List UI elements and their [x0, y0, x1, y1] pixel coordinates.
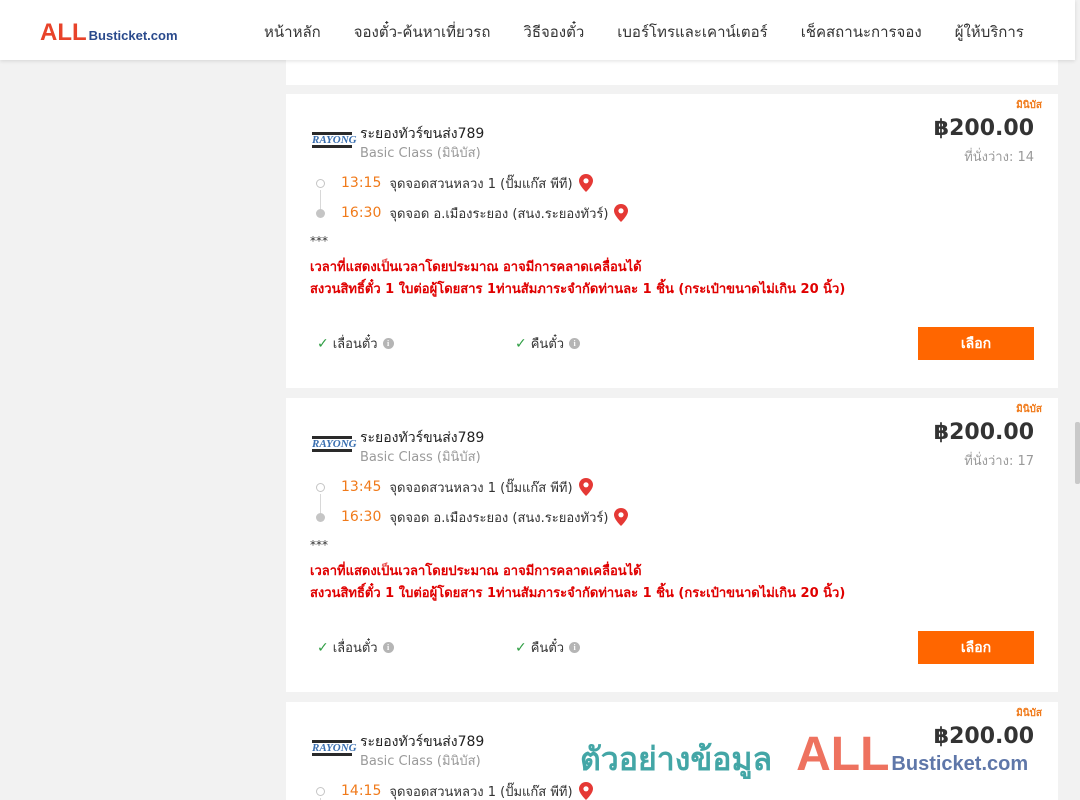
policy-refund-ticket: ✓ คืนตั๋ว i — [515, 333, 581, 354]
site-header: ALL Busticket.com หน้าหลัก จองตั๋ว-ค้นหา… — [0, 0, 1075, 60]
bus-class: Basic Class (มินิบัส) — [360, 146, 481, 161]
departure-place: จุดจอดสวนหลวง 1 (ปั๊มแก๊ส พีที) — [389, 784, 573, 800]
info-icon[interactable]: i — [569, 338, 581, 349]
check-icon: ✓ — [317, 639, 329, 656]
policy-refund-label: คืนตั๋ว — [530, 337, 565, 352]
nav-book-search[interactable]: จองตั๋ว-ค้นหาเที่ยวรถ — [354, 20, 491, 44]
map-pin-icon[interactable] — [578, 478, 593, 496]
vehicle-type-tag: มินิบัส — [1016, 404, 1042, 415]
site-logo[interactable]: ALL Busticket.com — [40, 19, 178, 47]
departure-stop: 13:45 จุดจอดสวนหลวง 1 (ปั๊มแก๊ส พีที) — [316, 477, 593, 497]
notice-luggage: สงวนสิทธิ์ตั๋ว 1 ใบต่อผู้โดยสาร 1ท่านสัม… — [310, 282, 846, 297]
price: ฿200.00 — [933, 116, 1034, 141]
departure-stop: 14:15 จุดจอดสวนหลวง 1 (ปั๊มแก๊ส พีที) — [316, 781, 593, 800]
notice-luggage: สงวนสิทธิ์ตั๋ว 1 ใบต่อผู้โดยสาร 1ท่านสัม… — [310, 586, 846, 601]
bus-class: Basic Class (มินิบัส) — [360, 754, 481, 769]
trip-card: มินิบัส RAYONG ระยองทัวร์ขนส่ง789 Basic … — [286, 398, 1058, 692]
arrival-stop: 16:30 จุดจอด อ.เมืองระยอง (สนง.ระยองทัวร… — [316, 203, 629, 223]
arrival-place: จุดจอด อ.เมืองระยอง (สนง.ระยองทัวร์) — [389, 206, 609, 222]
departure-time: 13:45 — [341, 479, 382, 495]
bus-class: Basic Class (มินิบัส) — [360, 450, 481, 465]
departure-place: จุดจอดสวนหลวง 1 (ปั๊มแก๊ส พีที) — [389, 480, 573, 496]
policy-change-ticket: ✓ เลื่อนตั๋ว i — [317, 637, 394, 658]
departure-place: จุดจอดสวนหลวง 1 (ปั๊มแก๊ส พีที) — [389, 176, 573, 192]
info-icon[interactable]: i — [382, 642, 394, 653]
seats-available: ที่นั่งว่าง: 14 — [964, 150, 1034, 165]
nav-operators[interactable]: ผู้ให้บริการ — [955, 20, 1024, 44]
departure-dot-icon — [316, 786, 325, 796]
policy-refund-label: คืนตั๋ว — [530, 641, 565, 656]
select-trip-button[interactable]: เลือก — [918, 631, 1034, 664]
policy-change-label: เลื่อนตั๋ว — [332, 337, 378, 352]
notice-time: เวลาที่แสดงเป็นเวลาโดยประมาณ อาจมีการคลา… — [310, 564, 642, 579]
arrival-stop: 16:30 จุดจอด อ.เมืองระยอง (สนง.ระยองทัวร… — [316, 507, 629, 527]
notice-stars: *** — [310, 538, 328, 552]
vehicle-type-tag: มินิบัส — [1016, 100, 1042, 111]
main-nav: หน้าหลัก จองตั๋ว-ค้นหาเที่ยวรถ วิธีจองตั… — [264, 20, 1057, 44]
price: ฿200.00 — [933, 724, 1034, 749]
arrival-place: จุดจอด อ.เมืองระยอง (สนง.ระยองทัวร์) — [389, 510, 609, 526]
departure-dot-icon — [316, 482, 325, 492]
arrival-time: 16:30 — [341, 509, 382, 525]
trip-card: มินิบัส RAYONG ระยองทัวร์ขนส่ง789 Basic … — [286, 702, 1058, 800]
info-icon[interactable]: i — [382, 338, 394, 349]
operator-logo: RAYONG — [312, 740, 357, 756]
logo-suffix: Busticket.com — [88, 28, 178, 43]
check-icon: ✓ — [515, 335, 527, 352]
notice-time: เวลาที่แสดงเป็นเวลาโดยประมาณ อาจมีการคลา… — [310, 260, 642, 275]
arrival-time: 16:30 — [341, 205, 382, 221]
trip-card: มินิบัส RAYONG ระยองทัวร์ขนส่ง789 Basic … — [286, 94, 1058, 388]
operator-logo: RAYONG — [312, 436, 357, 452]
trip-card-partial — [286, 56, 1058, 85]
nav-how-to-book[interactable]: วิธีจองตั๋ว — [523, 20, 584, 44]
check-icon: ✓ — [515, 639, 527, 656]
map-pin-icon[interactable] — [578, 782, 593, 800]
info-icon[interactable]: i — [569, 642, 581, 653]
departure-time: 14:15 — [341, 783, 382, 799]
departure-time: 13:15 — [341, 175, 382, 191]
page-scrollbar-thumb[interactable] — [1075, 422, 1080, 484]
check-icon: ✓ — [317, 335, 329, 352]
select-trip-button[interactable]: เลือก — [918, 327, 1034, 360]
arrival-dot-icon — [316, 208, 325, 218]
policy-change-label: เลื่อนตั๋ว — [332, 641, 378, 656]
operator-logo: RAYONG — [312, 132, 357, 148]
page-scrollbar-track[interactable] — [1075, 0, 1080, 800]
vehicle-type-tag: มินิบัส — [1016, 708, 1042, 719]
arrival-dot-icon — [316, 512, 325, 522]
departure-dot-icon — [316, 178, 325, 188]
notice-stars: *** — [310, 234, 328, 248]
seats-available: ที่นั่งว่าง: 17 — [964, 454, 1034, 469]
map-pin-icon[interactable] — [614, 508, 629, 526]
policy-refund-ticket: ✓ คืนตั๋ว i — [515, 637, 581, 658]
departure-stop: 13:15 จุดจอดสวนหลวง 1 (ปั๊มแก๊ส พีที) — [316, 173, 593, 193]
map-pin-icon[interactable] — [614, 204, 629, 222]
price: ฿200.00 — [933, 420, 1034, 445]
nav-contact-counter[interactable]: เบอร์โทรและเคาน์เตอร์ — [617, 20, 767, 44]
policy-change-ticket: ✓ เลื่อนตั๋ว i — [317, 333, 394, 354]
nav-check-booking[interactable]: เช็คสถานะการจอง — [801, 20, 922, 44]
logo-all: ALL — [40, 19, 87, 46]
nav-home[interactable]: หน้าหลัก — [264, 20, 321, 44]
map-pin-icon[interactable] — [578, 174, 593, 192]
